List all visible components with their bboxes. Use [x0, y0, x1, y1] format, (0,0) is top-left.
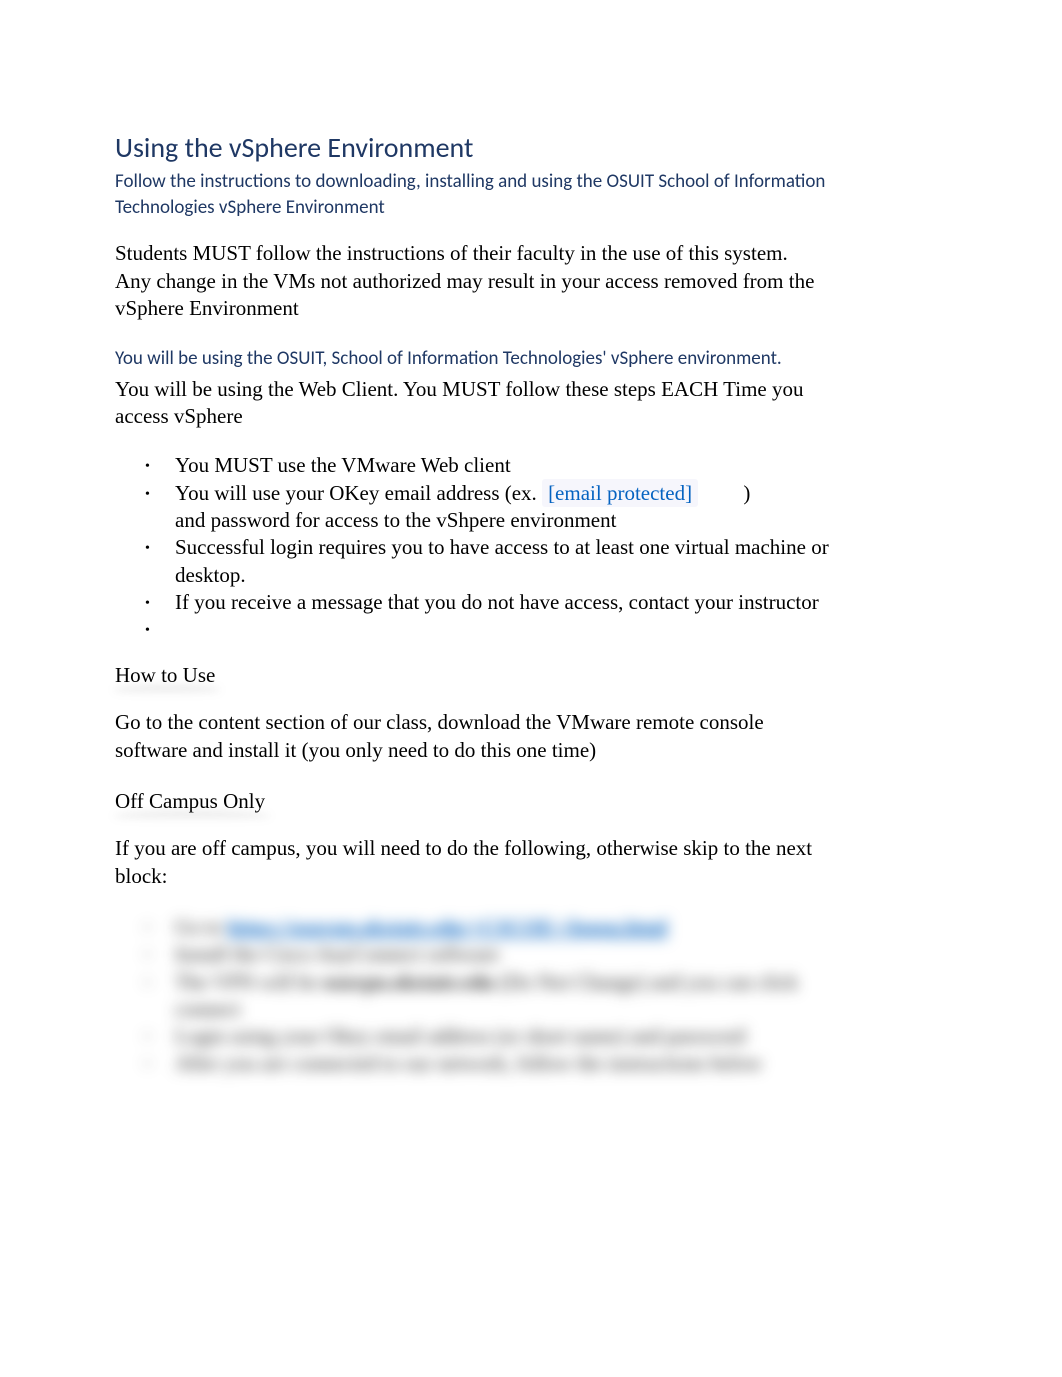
list-item: You MUST use the VMware Web client — [145, 452, 845, 479]
email-protected-link[interactable]: [email protected] — [542, 479, 698, 507]
list-item-text: and password for access to the vShpere e… — [175, 508, 616, 532]
list-item: Install the Cisco AnyConnect software — [145, 941, 845, 968]
list-item-text: You will use your OKey email address (ex… — [175, 481, 542, 505]
list-item: After you are connected to our network, … — [145, 1050, 845, 1077]
list-item: If you receive a message that you do not… — [145, 589, 845, 616]
page-title: Using the vSphere Environment — [115, 130, 947, 165]
how-to-use-heading: How to Use — [115, 662, 215, 689]
instruction-list: You MUST use the VMware Web client You w… — [115, 452, 947, 638]
web-client-note: You will be using the Web Client. You MU… — [115, 376, 815, 431]
blurred-list: Go to https://osuvpn.okstate.edu/+CSCOE+… — [115, 914, 947, 1078]
list-item: Go to https://osuvpn.okstate.edu/+CSCOE+… — [145, 914, 845, 941]
list-item: Successful login requires you to have ac… — [145, 534, 845, 589]
off-campus-heading: Off Campus Only — [115, 788, 265, 815]
how-to-use-text: Go to the content section of our class, … — [115, 709, 815, 764]
list-item-text: ) — [743, 481, 750, 505]
vpn-host: osuvpn.okstate.edu — [323, 970, 495, 994]
list-item: Login using your Okey email address (or … — [145, 1023, 845, 1050]
page-subtitle: Follow the instructions to downloading, … — [115, 169, 835, 220]
list-item: You will use your OKey email address (ex… — [145, 480, 845, 535]
blurred-content: Go to https://osuvpn.okstate.edu/+CSCOE+… — [115, 914, 947, 1078]
list-item-text: Go to — [175, 915, 228, 939]
list-item: The VPN will be osuvpn.okstate.edu (Do N… — [145, 969, 845, 1024]
vpn-link: https://osuvpn.okstate.edu/+CSCOE+/logon… — [228, 915, 668, 939]
warning-text: Students MUST follow the instructions of… — [115, 240, 815, 322]
list-item-empty — [145, 616, 845, 638]
off-campus-text: If you are off campus, you will need to … — [115, 835, 815, 890]
environment-heading: You will be using the OSUIT, School of I… — [115, 346, 815, 372]
list-item-text: The VPN will be — [175, 970, 323, 994]
